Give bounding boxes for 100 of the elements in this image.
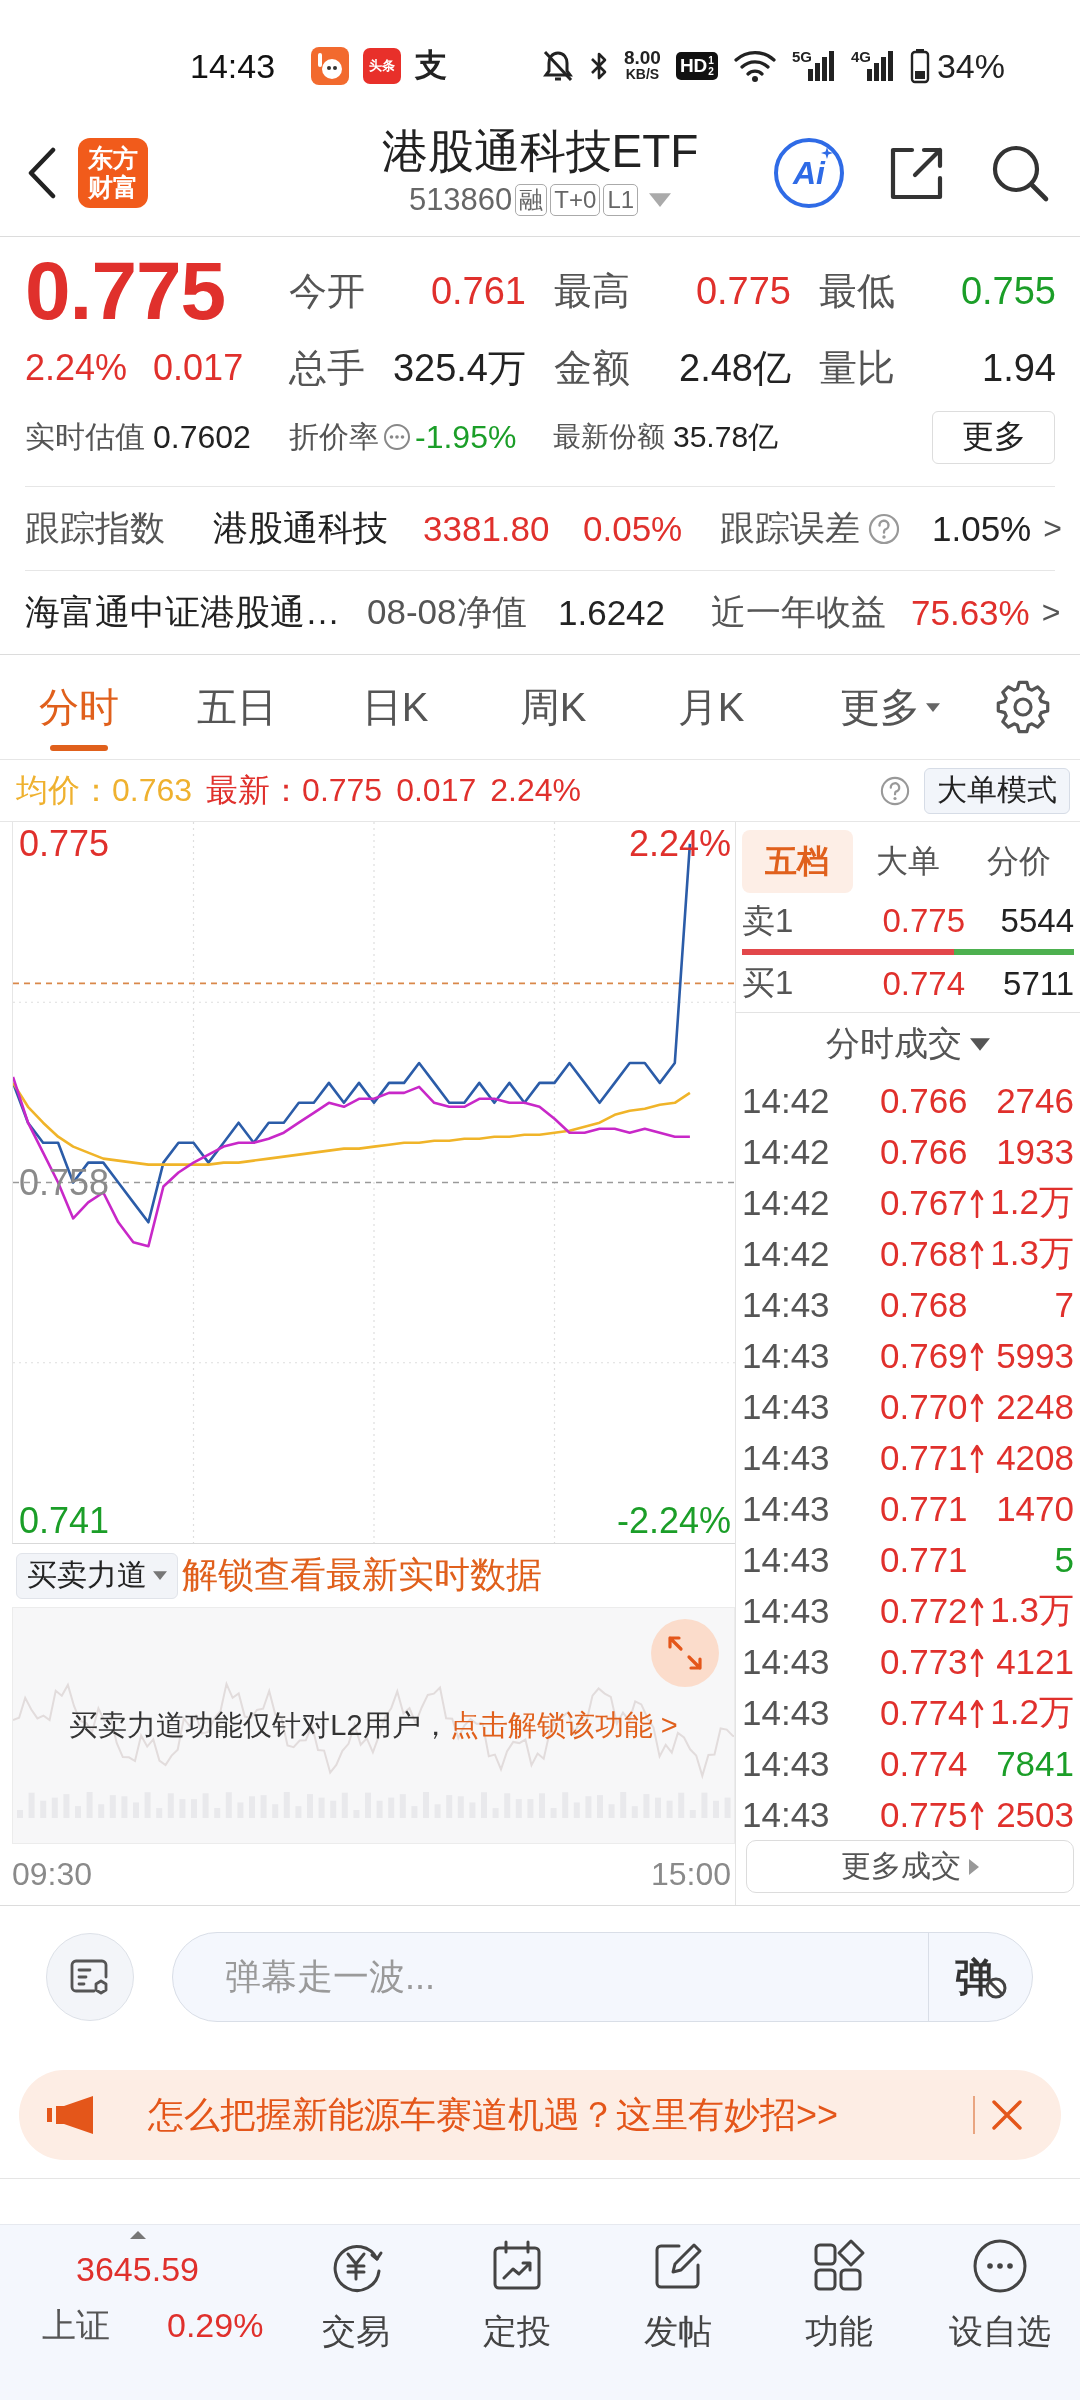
app-badge: 头条: [363, 48, 402, 84]
trade-time: 14:42: [742, 1080, 831, 1121]
close-icon: [991, 2099, 1023, 2131]
wifi-icon: [732, 49, 777, 83]
nav-item[interactable]: 设自选: [919, 2225, 1080, 2400]
stat-label: 量比: [819, 345, 895, 391]
nav-item[interactable]: 交易: [275, 2225, 436, 2400]
more-button[interactable]: 更多: [932, 410, 1055, 464]
nav-item[interactable]: 功能: [758, 2225, 919, 2400]
search-button[interactable]: [990, 143, 1050, 203]
help-icon[interactable]: [868, 512, 900, 545]
network-speed-value: 8.00: [623, 49, 661, 66]
caret-down-icon: [153, 1571, 167, 1580]
trade-volume: 1.3万: [989, 1232, 1074, 1274]
detail-label: 实时估值: [25, 418, 145, 455]
y-axis-label: 0.775: [19, 823, 110, 864]
close-button[interactable]: [991, 2099, 1023, 2131]
chart-tab[interactable]: 月K: [632, 655, 790, 759]
unlock-link[interactable]: 解锁查看最新实时数据: [182, 1551, 542, 1600]
order-book-tab[interactable]: 大单: [852, 830, 964, 893]
nav-value: 1.6242: [558, 592, 667, 633]
info-dots-icon[interactable]: [383, 423, 411, 451]
trade-volume: 2503: [995, 1794, 1074, 1835]
caret-right-icon: [969, 1858, 979, 1875]
order-book-tab[interactable]: 分价: [963, 830, 1074, 893]
chart-tab[interactable]: 分时: [0, 655, 158, 759]
latest-price-value: 0.775: [302, 772, 383, 809]
indicator-dropdown[interactable]: 买卖力道: [16, 1552, 178, 1599]
market-tag: L1: [603, 184, 639, 216]
nav-item[interactable]: 定投: [436, 2225, 597, 2400]
more-trades-button[interactable]: 更多成交: [746, 1840, 1074, 1893]
battery-icon: [909, 48, 930, 84]
trade-price: 0.768: [880, 1233, 969, 1274]
index-change: 0.05%: [583, 508, 684, 549]
stat-value: 325.4万: [392, 345, 526, 391]
stat-label: 最低: [819, 268, 895, 314]
caret-down-icon: [970, 1037, 990, 1051]
level-label: 卖1: [742, 900, 795, 941]
trade-volume: 1.2万: [989, 1691, 1074, 1733]
more-menu-tab[interactable]: 更多: [790, 655, 990, 759]
help-icon[interactable]: [880, 775, 910, 806]
trades-title[interactable]: 分时成交: [826, 1021, 962, 1067]
index-quote-value[interactable]: 3645.59: [76, 2247, 199, 2291]
large-order-mode-button[interactable]: 大单模式: [924, 767, 1070, 814]
chevron[interactable]: >: [1043, 510, 1062, 547]
trade-price: 0.769: [880, 1335, 969, 1376]
return-value: 75.63%: [911, 592, 1030, 633]
level-price: 0.775: [881, 902, 965, 940]
danmaku-toggle-button[interactable]: 弹: [928, 1933, 1032, 2021]
tracking-error-value: 1.05%: [932, 508, 1032, 549]
stat-label: 今开: [289, 268, 365, 314]
chart-tab[interactable]: 日K: [316, 655, 474, 759]
trade-price: 0.768: [880, 1284, 969, 1325]
trade-volume: 2746: [995, 1080, 1074, 1121]
stat-value: 0.761: [430, 269, 526, 313]
trade-price: 0.766: [880, 1080, 969, 1121]
chart-tab[interactable]: 周K: [474, 655, 632, 759]
trade-volume: 4208: [995, 1437, 1074, 1478]
latest-price-label: 最新：: [206, 770, 303, 810]
latest-change: 0.017: [396, 772, 477, 809]
danmaku-field[interactable]: 弹幕走一波... 弹: [172, 1932, 1033, 2022]
trade-time: 14:43: [742, 1386, 831, 1427]
bell-off-icon: [541, 49, 574, 83]
trade-volume: 1933: [995, 1131, 1074, 1172]
average-price-label: 均价：: [16, 770, 112, 810]
ai-button[interactable]: Ai: [774, 138, 844, 208]
trade-volume: 1.2万: [989, 1181, 1074, 1223]
trade-price: 0.766: [880, 1131, 969, 1172]
trade-volume: 7: [1053, 1284, 1074, 1325]
trade-volume: 2248: [995, 1386, 1074, 1427]
chart-tab[interactable]: 五日: [158, 655, 316, 759]
trade-time: 14:43: [742, 1794, 831, 1835]
average-price-value: 0.763: [112, 772, 193, 809]
fund-title: 港股通科技ETF: [381, 124, 699, 178]
time-axis-label: 15:00: [650, 1856, 731, 1893]
trade-time: 14:43: [742, 1437, 831, 1478]
nav-item[interactable]: 发帖: [597, 2225, 758, 2400]
detail-label: 折价率: [289, 418, 379, 455]
trade-price: 0.775: [880, 1794, 969, 1835]
danmaku-input[interactable]: 弹幕走一波...: [173, 1933, 928, 2021]
return-label: 近一年收益: [711, 591, 887, 633]
megaphone-icon: [47, 2095, 95, 2135]
trade-price: 0.771: [880, 1539, 969, 1580]
back-button[interactable]: [26, 147, 56, 199]
chevron[interactable]: >: [1041, 594, 1061, 631]
y-axis-label: 0.741: [19, 1501, 110, 1542]
trade-volume: 4121: [995, 1641, 1074, 1682]
trade-price: 0.770: [880, 1386, 969, 1427]
status-time: 14:43: [190, 46, 276, 86]
settings-icon: [996, 680, 1050, 734]
level-price: 0.774: [881, 964, 965, 1003]
fund-code: 513860: [408, 182, 513, 218]
percent-axis-label: -2.24%: [616, 1501, 731, 1541]
fund-name[interactable]: 海富通中证港股通…: [25, 589, 367, 636]
trade-volume: 5: [1053, 1539, 1074, 1580]
level-volume: 5711: [1002, 964, 1074, 1003]
network-speed-unit: KB/S: [625, 66, 660, 83]
battery-percent: 34%: [936, 46, 1005, 86]
index-name[interactable]: 港股通科技: [213, 505, 423, 552]
stat-value: 0.775: [695, 269, 791, 313]
